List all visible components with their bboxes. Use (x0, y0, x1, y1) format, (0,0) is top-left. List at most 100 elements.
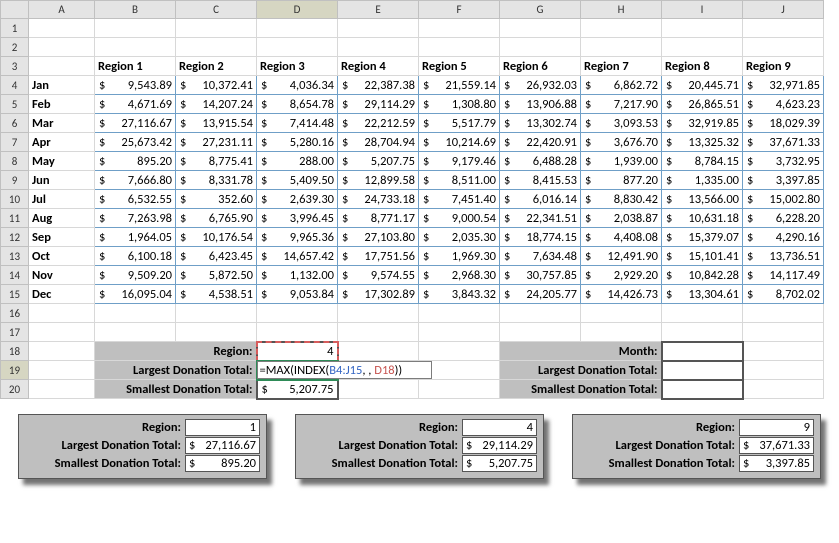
data-cell[interactable]: $14,657.42 (257, 247, 338, 266)
data-cell[interactable]: $10,842.28 (662, 266, 743, 285)
col-header[interactable]: A (29, 1, 95, 19)
data-cell[interactable]: $24,733.18 (338, 190, 419, 209)
data-cell[interactable]: $13,915.54 (176, 114, 257, 133)
data-cell[interactable]: $13,736.51 (743, 247, 824, 266)
data-cell[interactable]: $37,671.33 (743, 133, 824, 152)
data-cell[interactable]: $5,280.16 (257, 133, 338, 152)
data-cell[interactable]: $6,862.72 (581, 76, 662, 95)
data-cell[interactable]: $10,372.41 (176, 76, 257, 95)
data-cell[interactable]: $8,415.53 (500, 171, 581, 190)
data-cell[interactable]: $16,095.04 (95, 285, 176, 304)
data-cell[interactable]: $17,302.89 (338, 285, 419, 304)
row-header[interactable]: 11 (1, 209, 29, 228)
data-cell[interactable]: $7,263.98 (95, 209, 176, 228)
data-cell[interactable]: $9,543.89 (95, 76, 176, 95)
data-cell[interactable]: $8,784.15 (662, 152, 743, 171)
select-all-corner[interactable] (1, 1, 29, 19)
data-cell[interactable]: $9,179.46 (419, 152, 500, 171)
data-cell[interactable]: $10,631.18 (662, 209, 743, 228)
data-cell[interactable]: $7,217.90 (581, 95, 662, 114)
data-cell[interactable]: $14,426.73 (581, 285, 662, 304)
data-cell[interactable]: $17,751.56 (338, 247, 419, 266)
row-header[interactable]: 17 (1, 323, 29, 342)
data-cell[interactable]: $6,423.45 (176, 247, 257, 266)
data-cell[interactable]: $14,207.24 (176, 95, 257, 114)
data-cell[interactable]: $32,971.85 (743, 76, 824, 95)
row-header[interactable]: 4 (1, 76, 29, 95)
data-cell[interactable]: $9,965.36 (257, 228, 338, 247)
data-cell[interactable]: $6,488.28 (500, 152, 581, 171)
col-header[interactable]: F (419, 1, 500, 19)
data-cell[interactable]: $2,639.30 (257, 190, 338, 209)
data-cell[interactable]: $22,341.51 (500, 209, 581, 228)
data-cell[interactable]: $5,409.50 (257, 171, 338, 190)
data-cell[interactable]: $1,308.80 (419, 95, 500, 114)
row-header[interactable]: 10 (1, 190, 29, 209)
data-cell[interactable]: $22,212.59 (338, 114, 419, 133)
data-cell[interactable]: $6,228.20 (743, 209, 824, 228)
data-cell[interactable]: $1,969.30 (419, 247, 500, 266)
spreadsheet-grid[interactable]: A B C D E F G H I J 1 2 3 Region 1 Regio… (0, 0, 839, 400)
col-header[interactable]: D (257, 1, 338, 19)
data-cell[interactable]: $288.00 (257, 152, 338, 171)
data-cell[interactable]: $32,919.85 (662, 114, 743, 133)
data-cell[interactable]: $8,331.78 (176, 171, 257, 190)
data-cell[interactable]: $6,100.18 (95, 247, 176, 266)
data-cell[interactable]: $8,830.42 (581, 190, 662, 209)
data-cell[interactable]: $12,491.90 (581, 247, 662, 266)
col-header[interactable]: G (500, 1, 581, 19)
row-header[interactable]: 1 (1, 19, 29, 38)
row-header[interactable]: 15 (1, 285, 29, 304)
region-input-cell[interactable]: 4 (257, 342, 338, 361)
data-cell[interactable]: $18,774.15 (500, 228, 581, 247)
data-cell[interactable]: $15,002.80 (743, 190, 824, 209)
data-cell[interactable]: $895.20 (95, 152, 176, 171)
data-cell[interactable]: $27,116.67 (95, 114, 176, 133)
col-header[interactable]: I (662, 1, 743, 19)
row-header[interactable]: 5 (1, 95, 29, 114)
largest-value-cell-right[interactable] (662, 361, 743, 380)
data-cell[interactable]: $2,929.20 (581, 266, 662, 285)
data-cell[interactable]: $3,397.85 (743, 171, 824, 190)
data-cell[interactable]: $26,932.03 (500, 76, 581, 95)
data-cell[interactable]: $9,000.54 (419, 209, 500, 228)
data-cell[interactable]: $6,765.90 (176, 209, 257, 228)
data-cell[interactable]: $15,379.07 (662, 228, 743, 247)
data-cell[interactable]: $22,387.38 (338, 76, 419, 95)
formula-editor-overlay[interactable]: =MAX(INDEX(B4:J15, , D18)) (257, 361, 432, 379)
data-cell[interactable]: $8,771.17 (338, 209, 419, 228)
data-cell[interactable]: $7,634.48 (500, 247, 581, 266)
data-cell[interactable]: $30,757.85 (500, 266, 581, 285)
data-cell[interactable]: $13,566.00 (662, 190, 743, 209)
col-header[interactable]: B (95, 1, 176, 19)
data-cell[interactable]: $9,574.55 (338, 266, 419, 285)
data-cell[interactable]: $7,451.40 (419, 190, 500, 209)
row-header[interactable]: 19 (1, 361, 29, 380)
data-cell[interactable]: $13,304.61 (662, 285, 743, 304)
data-cell[interactable]: $5,517.79 (419, 114, 500, 133)
column-headers[interactable]: A B C D E F G H I J (1, 1, 824, 19)
month-input-cell[interactable] (662, 342, 743, 361)
row-header[interactable]: 16 (1, 304, 29, 323)
data-cell[interactable]: $13,325.32 (662, 133, 743, 152)
data-cell[interactable]: $3,843.32 (419, 285, 500, 304)
data-cell[interactable]: $27,103.80 (338, 228, 419, 247)
row-header[interactable]: 7 (1, 133, 29, 152)
data-cell[interactable]: $1,335.00 (662, 171, 743, 190)
data-cell[interactable]: $13,302.74 (500, 114, 581, 133)
data-cell[interactable]: $1,132.00 (257, 266, 338, 285)
data-cell[interactable]: $26,865.51 (662, 95, 743, 114)
data-cell[interactable]: $9,509.20 (95, 266, 176, 285)
data-cell[interactable]: $28,704.94 (338, 133, 419, 152)
data-cell[interactable]: $5,207.75 (338, 152, 419, 171)
data-cell[interactable]: $4,408.08 (581, 228, 662, 247)
data-cell[interactable]: $8,775.41 (176, 152, 257, 171)
row-header[interactable]: 6 (1, 114, 29, 133)
data-cell[interactable]: $29,114.29 (338, 95, 419, 114)
smallest-value-cell[interactable]: $5,207.75 (257, 380, 338, 399)
data-cell[interactable]: $4,671.69 (95, 95, 176, 114)
data-cell[interactable]: $8,654.78 (257, 95, 338, 114)
data-cell[interactable]: $6,532.55 (95, 190, 176, 209)
row-header[interactable]: 3 (1, 57, 29, 76)
data-cell[interactable]: $20,445.71 (662, 76, 743, 95)
